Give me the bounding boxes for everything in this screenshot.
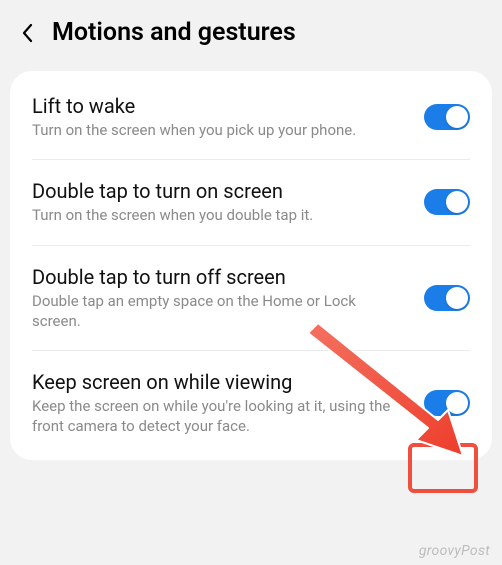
setting-desc: Turn on the screen when you pick up your… (32, 120, 408, 140)
toggle-switch[interactable] (424, 390, 470, 416)
setting-text: Double tap to turn off screen Double tap… (32, 265, 408, 332)
setting-text: Lift to wake Turn on the screen when you… (32, 94, 408, 140)
setting-keep-screen-on[interactable]: Keep screen on while viewing Keep the sc… (10, 351, 492, 456)
setting-title: Double tap to turn off screen (32, 265, 408, 289)
setting-text: Keep screen on while viewing Keep the sc… (32, 370, 408, 437)
toggle-switch[interactable] (424, 189, 470, 215)
setting-double-tap-on[interactable]: Double tap to turn on screen Turn on the… (10, 160, 492, 244)
settings-card: Lift to wake Turn on the screen when you… (10, 71, 492, 460)
setting-text: Double tap to turn on screen Turn on the… (32, 179, 408, 225)
setting-title: Lift to wake (32, 94, 408, 118)
setting-desc: Double tap an empty space on the Home or… (32, 291, 408, 332)
toggle-switch[interactable] (424, 285, 470, 311)
setting-desc: Turn on the screen when you double tap i… (32, 205, 408, 225)
header: Motions and gestures (0, 0, 502, 63)
watermark: groovyPost (419, 543, 490, 559)
setting-lift-to-wake[interactable]: Lift to wake Turn on the screen when you… (10, 75, 492, 159)
back-icon[interactable] (20, 22, 34, 44)
page-title: Motions and gestures (52, 18, 296, 47)
toggle-switch[interactable] (424, 104, 470, 130)
setting-title: Keep screen on while viewing (32, 370, 408, 394)
setting-desc: Keep the screen on while you're looking … (32, 396, 408, 437)
setting-double-tap-off[interactable]: Double tap to turn off screen Double tap… (10, 246, 492, 351)
setting-title: Double tap to turn on screen (32, 179, 408, 203)
